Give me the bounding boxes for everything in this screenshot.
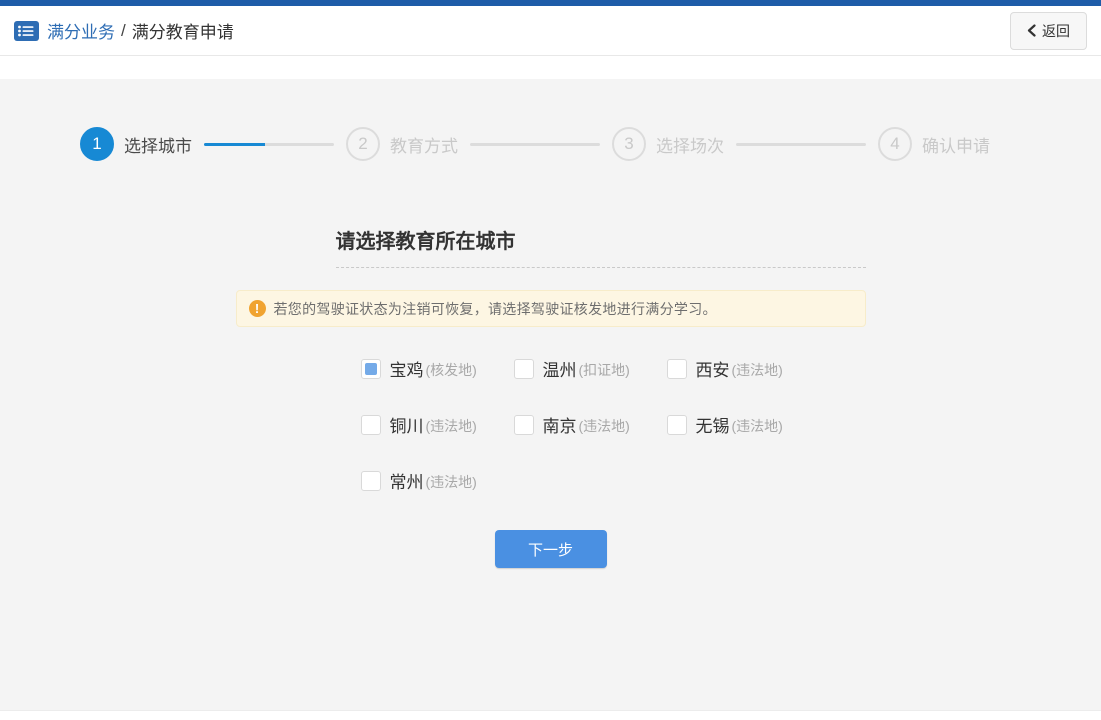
page-title: 请选择教育所在城市 bbox=[336, 231, 516, 253]
stepper-step: 3 选择场次 bbox=[612, 127, 724, 161]
city-grid: 宝鸡 (核发地) 温州 (扣证地) 西安 (违法地) 铜川 (违法地) 南京 (… bbox=[361, 356, 841, 493]
stepper: 1 选择城市 2 教育方式 3 选择场次 4 确认申请 bbox=[80, 79, 990, 161]
city-option[interactable]: 宝鸡 (核发地) bbox=[361, 356, 514, 381]
alert-text: 若您的驾驶证状态为注销可恢复，请选择驾驶证核发地进行满分学习。 bbox=[274, 299, 717, 319]
city-name: 西安 bbox=[696, 356, 730, 381]
city-name: 常州 bbox=[390, 468, 424, 493]
notice-alert: ! 若您的驾驶证状态为注销可恢复，请选择驾驶证核发地进行满分学习。 bbox=[236, 290, 866, 327]
city-name: 无锡 bbox=[696, 412, 730, 437]
city-tag: (违法地) bbox=[579, 414, 630, 436]
step-circle: 4 bbox=[878, 127, 912, 161]
city-name: 南京 bbox=[543, 412, 577, 437]
step-circle: 1 bbox=[80, 127, 114, 161]
main-column: 请选择教育所在城市 ! 若您的驾驶证状态为注销可恢复，请选择驾驶证核发地进行满分… bbox=[236, 225, 866, 568]
back-button-label: 返回 bbox=[1042, 21, 1070, 41]
step-label: 教育方式 bbox=[390, 132, 458, 157]
step-circle: 3 bbox=[612, 127, 646, 161]
step-label: 选择城市 bbox=[124, 132, 192, 157]
next-step-button[interactable]: 下一步 bbox=[495, 530, 607, 568]
city-checkbox[interactable] bbox=[667, 415, 687, 435]
city-checkbox[interactable] bbox=[361, 415, 381, 435]
chevron-left-icon bbox=[1027, 24, 1036, 37]
step-number: 4 bbox=[890, 134, 899, 154]
city-name: 宝鸡 bbox=[390, 356, 424, 381]
breadcrumb: 满分业务 / 满分教育申请 bbox=[14, 18, 234, 43]
city-option[interactable]: 温州 (扣证地) bbox=[514, 356, 667, 381]
step-label: 选择场次 bbox=[656, 132, 724, 157]
city-option[interactable]: 常州 (违法地) bbox=[361, 468, 514, 493]
header-spacer bbox=[0, 56, 1101, 79]
city-option[interactable]: 南京 (违法地) bbox=[514, 412, 667, 437]
step-number: 1 bbox=[92, 134, 101, 154]
breadcrumb-separator: / bbox=[121, 21, 126, 41]
city-name: 铜川 bbox=[390, 412, 424, 437]
stepper-step: 2 教育方式 bbox=[346, 127, 458, 161]
step-label: 确认申请 bbox=[922, 132, 990, 157]
city-tag: (违法地) bbox=[426, 414, 477, 436]
city-checkbox[interactable] bbox=[361, 359, 381, 379]
breadcrumb-root-link[interactable]: 满分业务 bbox=[47, 18, 115, 43]
page: 满分业务 / 满分教育申请 返回 1 选择城市 2 教育方式 3 bbox=[0, 0, 1101, 720]
stepper-connector bbox=[470, 143, 600, 146]
step-number: 2 bbox=[358, 134, 367, 154]
breadcrumb-current: 满分教育申请 bbox=[132, 18, 234, 43]
city-name: 温州 bbox=[543, 356, 577, 381]
city-checkbox[interactable] bbox=[667, 359, 687, 379]
list-icon bbox=[14, 21, 39, 41]
city-option[interactable]: 铜川 (违法地) bbox=[361, 412, 514, 437]
header: 满分业务 / 满分教育申请 返回 bbox=[0, 6, 1101, 56]
city-checkbox[interactable] bbox=[514, 415, 534, 435]
city-checkbox[interactable] bbox=[361, 471, 381, 491]
city-tag: (违法地) bbox=[732, 358, 783, 380]
stepper-connector bbox=[736, 143, 866, 146]
city-tag: (扣证地) bbox=[579, 358, 630, 380]
stepper-connector bbox=[204, 143, 334, 146]
exclamation-icon: ! bbox=[249, 300, 266, 317]
content-panel: 1 选择城市 2 教育方式 3 选择场次 4 确认申请 请选择教育所在城市 ! … bbox=[0, 79, 1101, 711]
city-tag: (违法地) bbox=[732, 414, 783, 436]
city-option[interactable]: 西安 (违法地) bbox=[667, 356, 820, 381]
step-circle: 2 bbox=[346, 127, 380, 161]
stepper-step: 1 选择城市 bbox=[80, 127, 192, 161]
stepper-step: 4 确认申请 bbox=[878, 127, 990, 161]
section-title-block: 请选择教育所在城市 bbox=[336, 225, 866, 268]
step-number: 3 bbox=[624, 134, 633, 154]
back-button[interactable]: 返回 bbox=[1010, 12, 1087, 50]
city-tag: (核发地) bbox=[426, 358, 477, 380]
city-checkbox[interactable] bbox=[514, 359, 534, 379]
city-option[interactable]: 无锡 (违法地) bbox=[667, 412, 820, 437]
city-tag: (违法地) bbox=[426, 470, 477, 492]
